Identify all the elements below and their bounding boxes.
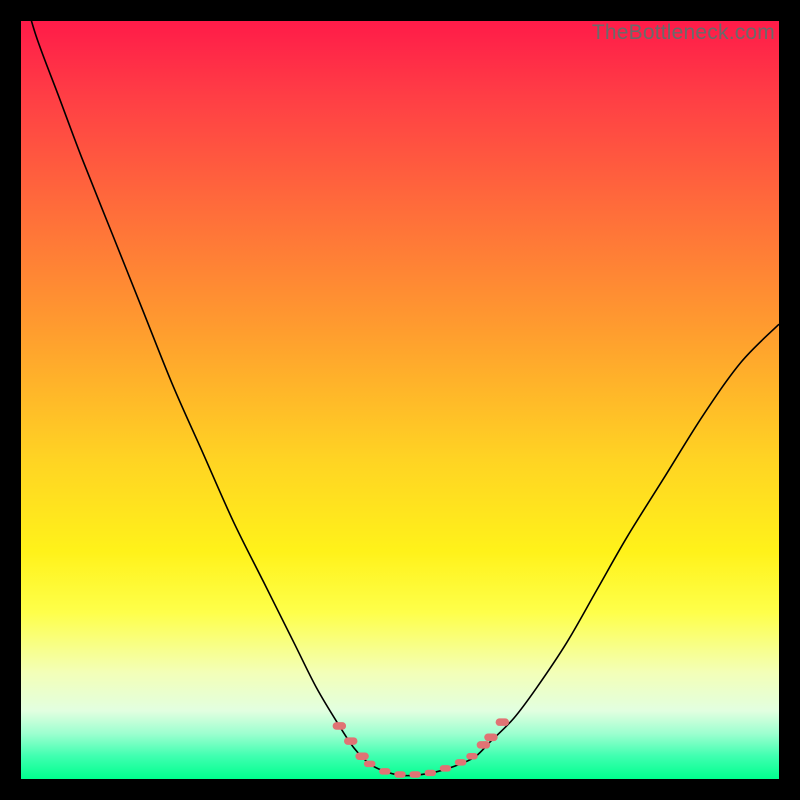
curve-layer xyxy=(21,21,779,779)
curve-marker xyxy=(355,752,368,760)
curve-marker xyxy=(425,770,437,776)
curve-marker xyxy=(344,737,357,745)
curve-marker xyxy=(409,771,421,777)
curve-marker xyxy=(466,753,478,759)
curve-marker xyxy=(496,718,509,726)
curve-marker xyxy=(394,771,406,777)
bottleneck-curve xyxy=(21,0,779,776)
curve-marker xyxy=(440,765,452,771)
curve-marker xyxy=(484,734,497,742)
outer-frame: TheBottleneck.com xyxy=(0,0,800,800)
curve-markers xyxy=(333,718,509,777)
curve-marker xyxy=(455,759,467,765)
curve-marker xyxy=(379,768,391,774)
curve-marker xyxy=(333,722,346,730)
curve-marker xyxy=(364,761,376,767)
plot-area: TheBottleneck.com xyxy=(21,21,779,779)
curve-marker xyxy=(477,741,490,749)
